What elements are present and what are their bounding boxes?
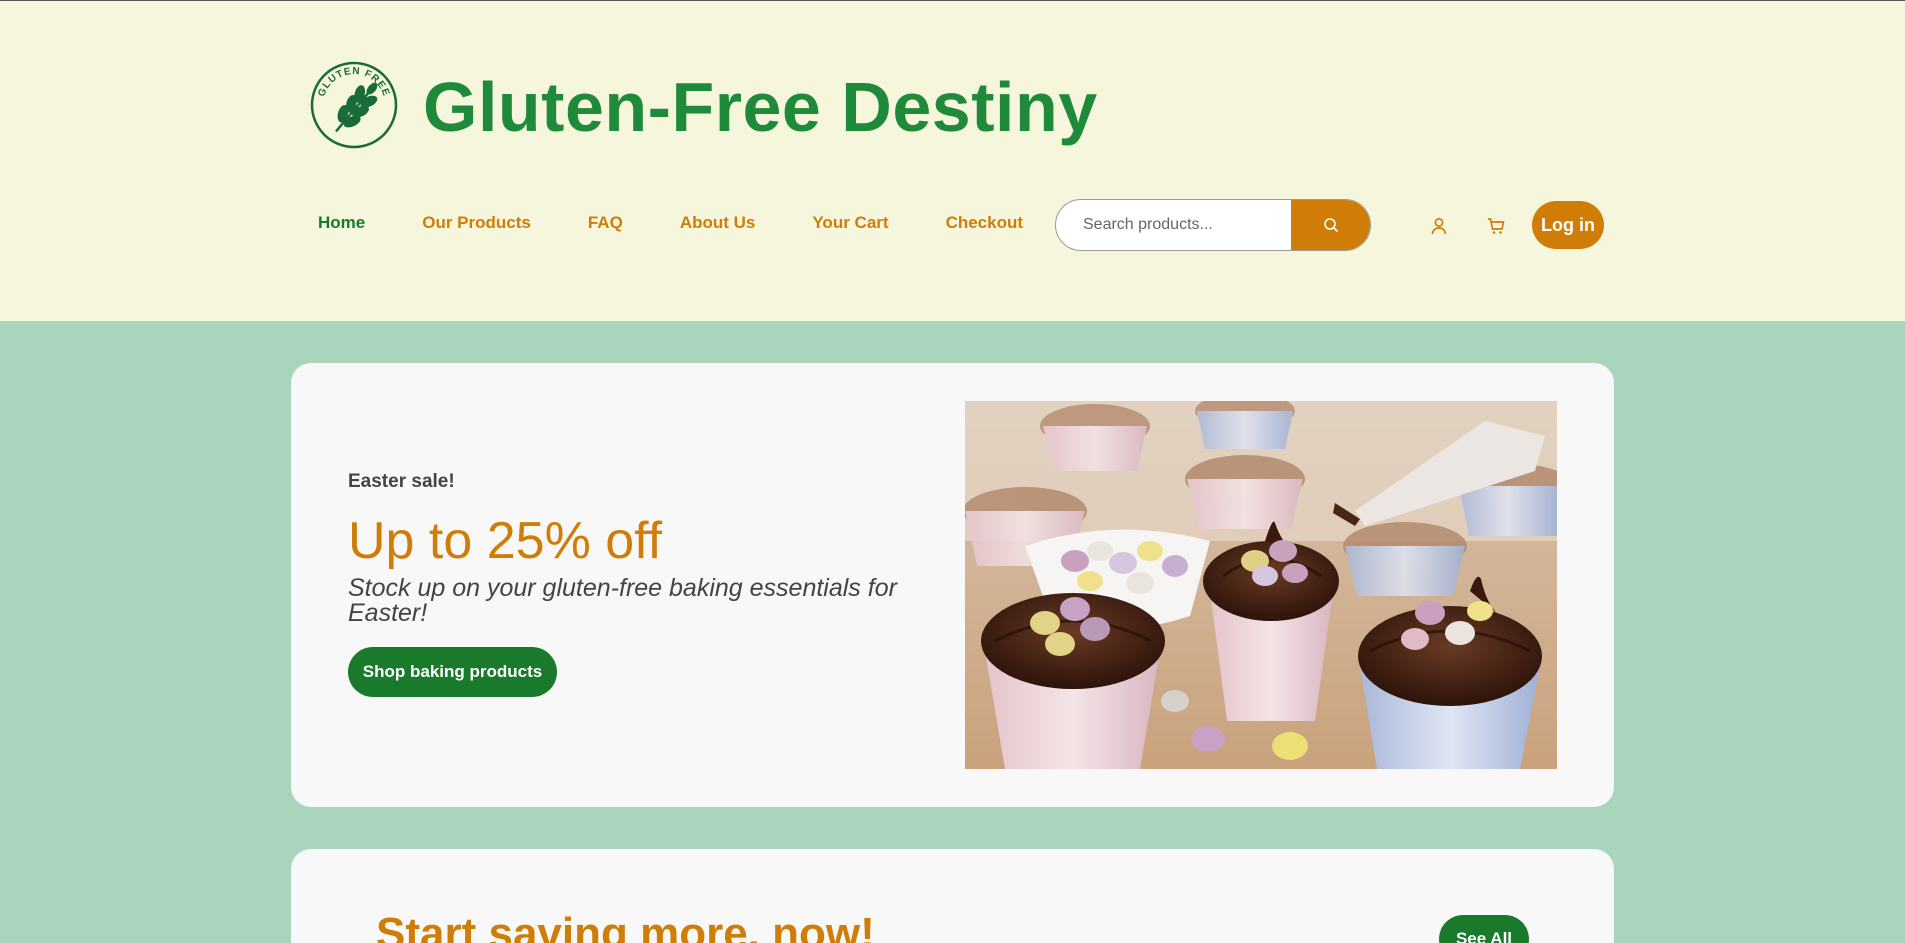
search-button[interactable] bbox=[1291, 200, 1370, 250]
main-nav: Home Our Products FAQ About Us Your Cart… bbox=[318, 213, 1080, 233]
nav-item-your-cart[interactable]: Your Cart bbox=[812, 213, 888, 233]
svg-text:GLUTEN FREE: GLUTEN FREE bbox=[316, 66, 391, 99]
nav-item-checkout[interactable]: Checkout bbox=[946, 213, 1023, 233]
login-button[interactable]: Log in bbox=[1532, 201, 1604, 249]
hero-banner: Easter sale! Up to 25% off Stock up on y… bbox=[291, 363, 1614, 807]
account-button[interactable] bbox=[1424, 211, 1454, 241]
hero-eyebrow: Easter sale! bbox=[348, 471, 455, 492]
promo-section-title: Start saving more, now! bbox=[376, 909, 875, 943]
hero-title: Up to 25% off bbox=[348, 512, 663, 570]
easter-cupcakes-image bbox=[965, 401, 1557, 769]
search-icon bbox=[1323, 218, 1338, 232]
cart-icon bbox=[1488, 218, 1505, 234]
shop-baking-products-button[interactable]: Shop baking products bbox=[348, 647, 557, 697]
cart-button[interactable] bbox=[1481, 211, 1511, 241]
nav-item-our-products[interactable]: Our Products bbox=[422, 213, 531, 233]
search-bar bbox=[1055, 199, 1371, 251]
nav-item-faq[interactable]: FAQ bbox=[588, 213, 623, 233]
site-header: GLUTEN FREE Gluten-Free Destiny Home Our… bbox=[0, 0, 1905, 321]
search-input[interactable] bbox=[1056, 200, 1292, 250]
nav-item-about-us[interactable]: About Us bbox=[680, 213, 756, 233]
hero-subtitle: Stock up on your gluten-free baking esse… bbox=[348, 574, 897, 627]
nav-item-home[interactable]: Home bbox=[318, 213, 365, 233]
promo-section: Start saving more, now! See All bbox=[291, 849, 1614, 943]
see-all-button[interactable]: See All bbox=[1439, 915, 1529, 943]
user-icon bbox=[1431, 218, 1447, 235]
site-title[interactable]: Gluten-Free Destiny bbox=[423, 67, 1098, 147]
gluten-free-logo[interactable]: GLUTEN FREE bbox=[309, 60, 399, 150]
